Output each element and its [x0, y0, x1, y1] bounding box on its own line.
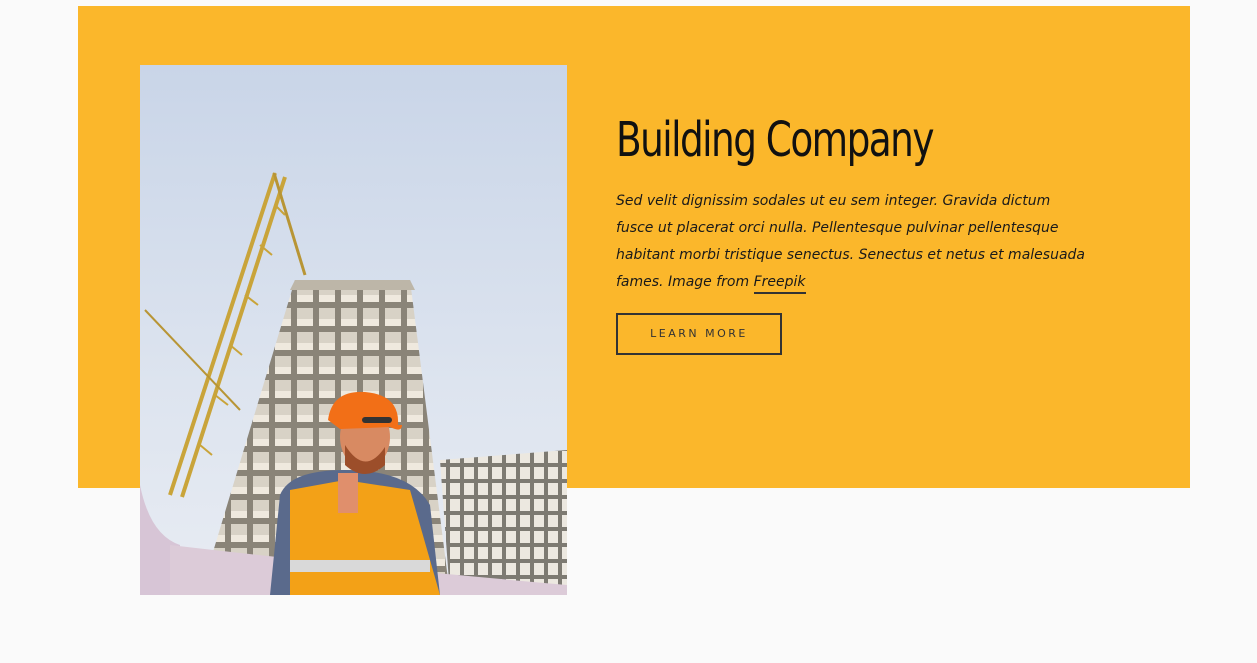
description-text: Sed velit dignissim sodales ut eu sem in… — [616, 192, 1085, 290]
page: Building Company Sed velit dignissim sod… — [0, 0, 1257, 663]
hero-description: Sed velit dignissim sodales ut eu sem in… — [616, 188, 1086, 296]
hero-content: Building Company Sed velit dignissim sod… — [616, 112, 1086, 355]
freepik-link[interactable]: Freepik — [753, 273, 806, 294]
page-title: Building Company — [616, 112, 934, 168]
learn-more-button[interactable]: LEARN MORE — [616, 312, 782, 355]
hero-image — [140, 65, 567, 595]
construction-worker-illustration — [140, 65, 567, 595]
